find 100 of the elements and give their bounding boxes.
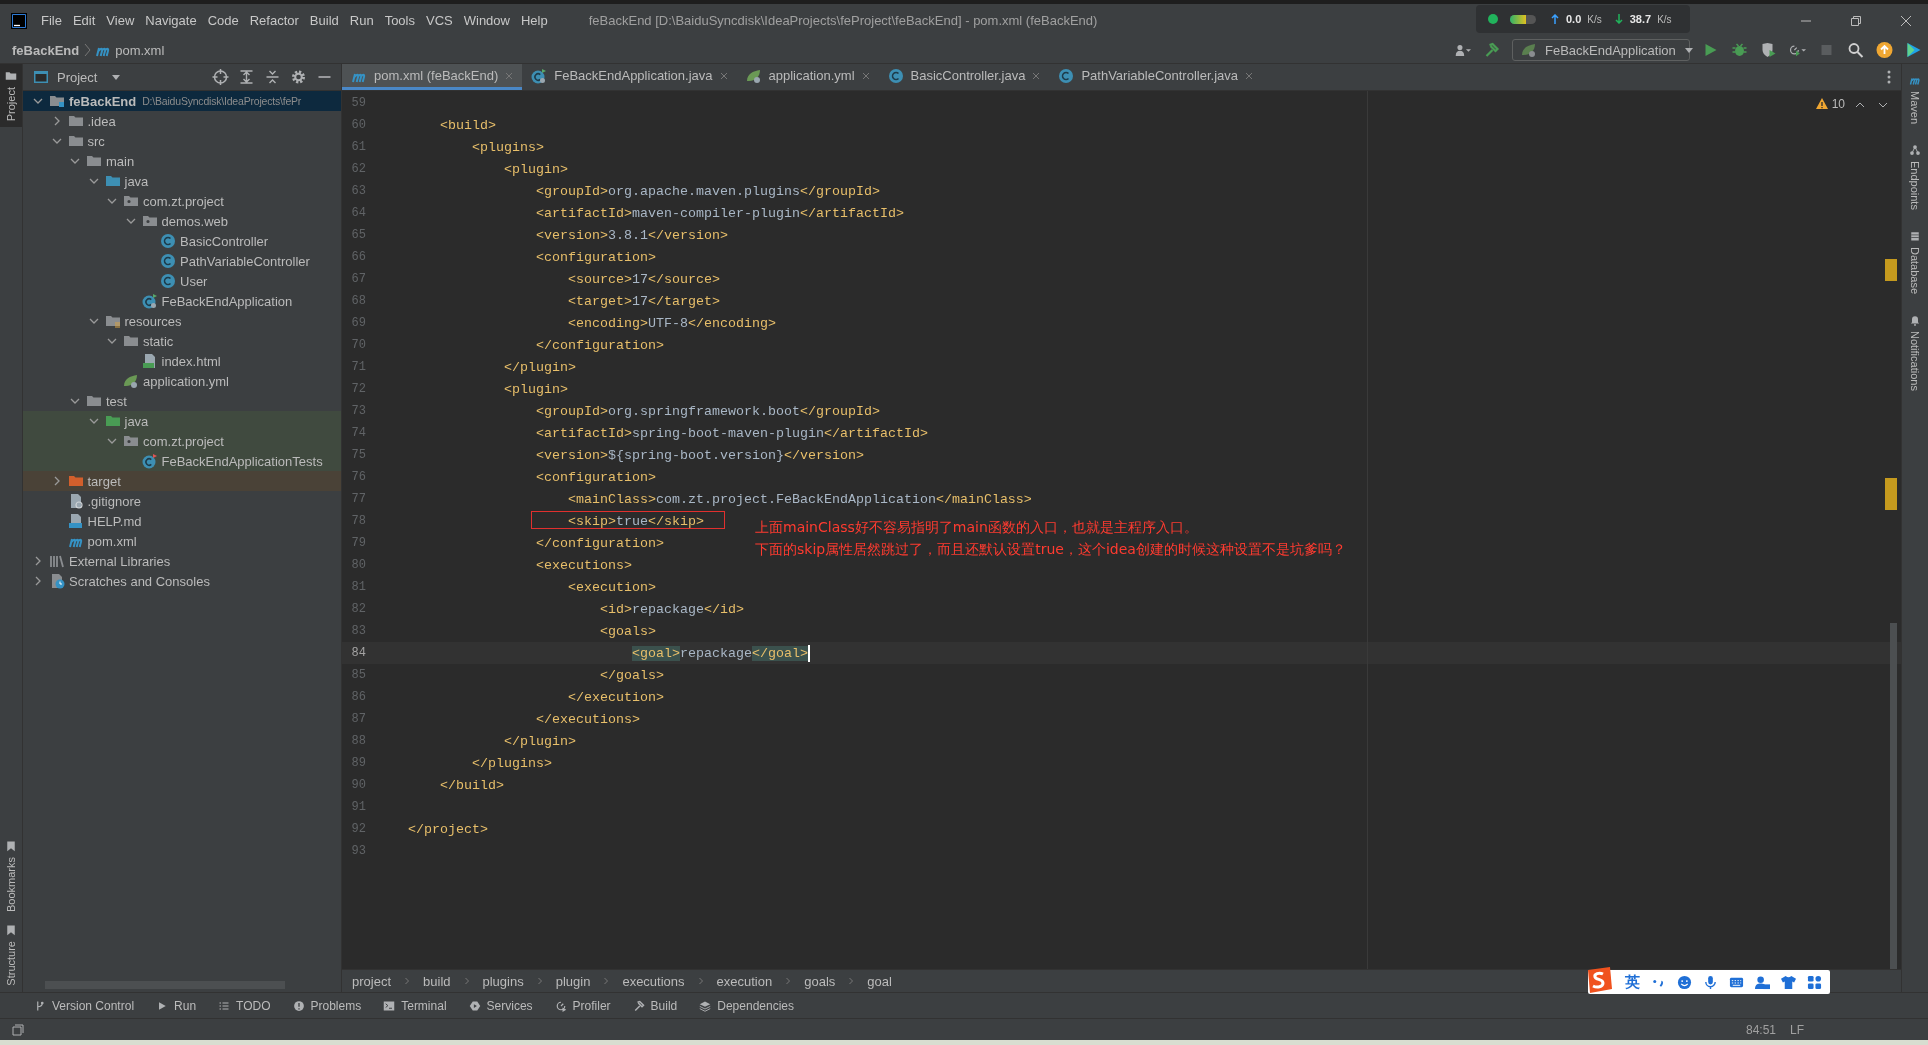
tree-item[interactable]: .idea [23,111,341,131]
restore-icon[interactable] [1850,14,1862,27]
layout-icon[interactable] [12,1023,24,1036]
breadcrumb[interactable]: build [423,973,451,989]
breadcrumb[interactable]: plugins [482,973,524,989]
close-icon[interactable] [1245,71,1253,80]
run-configuration-dropdown[interactable]: FeBackEndApplication [1512,39,1690,61]
tool-window-tab[interactable]: Endpoints [1909,144,1921,210]
editor-tab[interactable]: FeBackEndApplication.java [522,64,737,90]
tree-item[interactable]: BasicController [23,231,341,251]
tree-item[interactable]: java [23,171,341,191]
menu-item[interactable]: View [106,13,135,28]
tool-window-button[interactable]: Terminal [383,998,447,1013]
tool-window-button[interactable]: Dependencies [699,998,794,1013]
tree-item[interactable]: application.yml [23,371,341,391]
tree-item[interactable]: Scratches and Consoles [23,571,341,591]
tree-item[interactable]: feBackEnd D:\BaiduSyncdisk\IdeaProjects\fePr [23,91,341,111]
expand-all-icon[interactable] [238,69,255,85]
scrollbar-thumb[interactable] [1890,623,1897,969]
menu-item[interactable]: Refactor [249,13,299,28]
panel-title[interactable]: Project [57,69,98,85]
tree-item[interactable]: main [23,151,341,171]
tree-item[interactable]: FeBackEndApplicationTests [23,451,341,471]
tree-item[interactable]: User [23,271,341,291]
tool-window-button[interactable]: Version Control [34,998,135,1013]
hammer-icon[interactable] [1483,42,1500,58]
menu-item[interactable]: File [41,13,62,28]
previous-icon[interactable] [1855,100,1865,110]
tree-item[interactable]: src [23,131,341,151]
plugin-logo-icon[interactable] [1905,42,1922,58]
update-icon[interactable] [1876,42,1893,58]
tree-item[interactable]: index.html [23,351,341,371]
tree-item[interactable]: PathVariableController [23,251,341,271]
menu-item[interactable]: VCS [426,13,453,28]
shirt-icon[interactable] [1781,974,1796,990]
caret-position[interactable]: 84:51 [1745,1022,1776,1037]
line-separator[interactable]: LF [1790,1022,1804,1037]
editor-tab[interactable]: application.yml [736,64,879,90]
tool-window-button[interactable]: Services [468,998,533,1013]
tree-item[interactable]: demos.web [23,211,341,231]
breadcrumb[interactable]: execution [716,973,773,989]
coverage-shield-icon[interactable] [1760,42,1777,58]
tree-item[interactable]: pom.xml [23,531,341,551]
microphone-icon[interactable] [1703,974,1718,990]
tree-item[interactable]: java [23,411,341,431]
tool-window-button[interactable]: Build [632,998,678,1013]
tool-window-tab[interactable]: Maven [1909,74,1921,125]
close-icon[interactable] [861,71,870,80]
collapse-all-icon[interactable] [264,69,281,85]
apps-grid-icon[interactable] [1807,974,1822,990]
close-icon[interactable] [1900,14,1912,27]
close-icon[interactable] [1032,71,1041,80]
tool-window-tab[interactable]: Project [0,64,22,128]
menu-item[interactable]: Tools [384,13,415,28]
breadcrumb[interactable]: goals [804,973,836,989]
tree-item[interactable]: target [23,471,341,491]
tool-window-tab[interactable]: Database [1909,229,1921,295]
breadcrumb[interactable]: project [352,973,392,989]
close-icon[interactable] [719,71,728,80]
tree-item[interactable]: resources [23,311,341,331]
menu-item[interactable]: Window [463,13,510,28]
tree-item[interactable]: .gitignore [23,491,341,511]
breadcrumb[interactable]: executions [622,973,685,989]
breadcrumb[interactable]: goal [867,973,892,989]
editor-tab[interactable]: PathVariableController.java [1049,64,1262,90]
emoji-icon[interactable] [1677,974,1692,990]
debug-bug-icon[interactable] [1731,42,1748,58]
tool-window-button[interactable]: TODO [218,998,271,1013]
file-crumb[interactable]: pom.xml [115,42,165,58]
tool-window-tab[interactable]: Structure [0,918,22,992]
more-icon[interactable] [1887,69,1891,85]
locate-icon[interactable] [212,69,229,85]
editor-tab[interactable]: pom.xml (feBackEnd) [342,64,523,90]
tree-item[interactable]: static [23,331,341,351]
tree-item[interactable]: FeBackEndApplication [23,291,341,311]
caret-icon[interactable] [111,72,122,82]
next-icon[interactable] [1878,100,1888,110]
user-icon[interactable] [1755,974,1770,990]
user-icon[interactable] [1454,42,1471,58]
input-mode-toggle[interactable]: 英 [1625,972,1640,992]
tree-item[interactable]: External Libraries [23,551,341,571]
tree-item[interactable]: HELP.md [23,511,341,531]
menu-item[interactable]: Help [520,13,548,28]
menu-item[interactable]: Code [207,13,239,28]
tool-window-tab[interactable]: Notifications [1909,314,1921,391]
tree-item[interactable]: com.zt.project [23,431,341,451]
project-crumb[interactable]: feBackEnd [12,42,80,58]
menu-item[interactable]: Build [309,13,339,28]
warnings-indicator[interactable]: 10 [1815,97,1845,111]
search-icon[interactable] [1847,42,1864,58]
tool-window-button[interactable]: Problems [292,998,362,1013]
tool-window-tab[interactable]: Bookmarks [0,834,22,919]
menu-item[interactable]: Edit [72,13,96,28]
editor-tab[interactable]: BasicController.java [878,64,1050,90]
menu-item[interactable]: Run [349,13,374,28]
settings-icon[interactable] [290,69,307,85]
breadcrumb[interactable]: plugin [555,973,591,989]
menu-item[interactable]: Navigate [145,13,197,28]
tree-item[interactable]: test [23,391,341,411]
tree-item[interactable]: com.zt.project [23,191,341,211]
